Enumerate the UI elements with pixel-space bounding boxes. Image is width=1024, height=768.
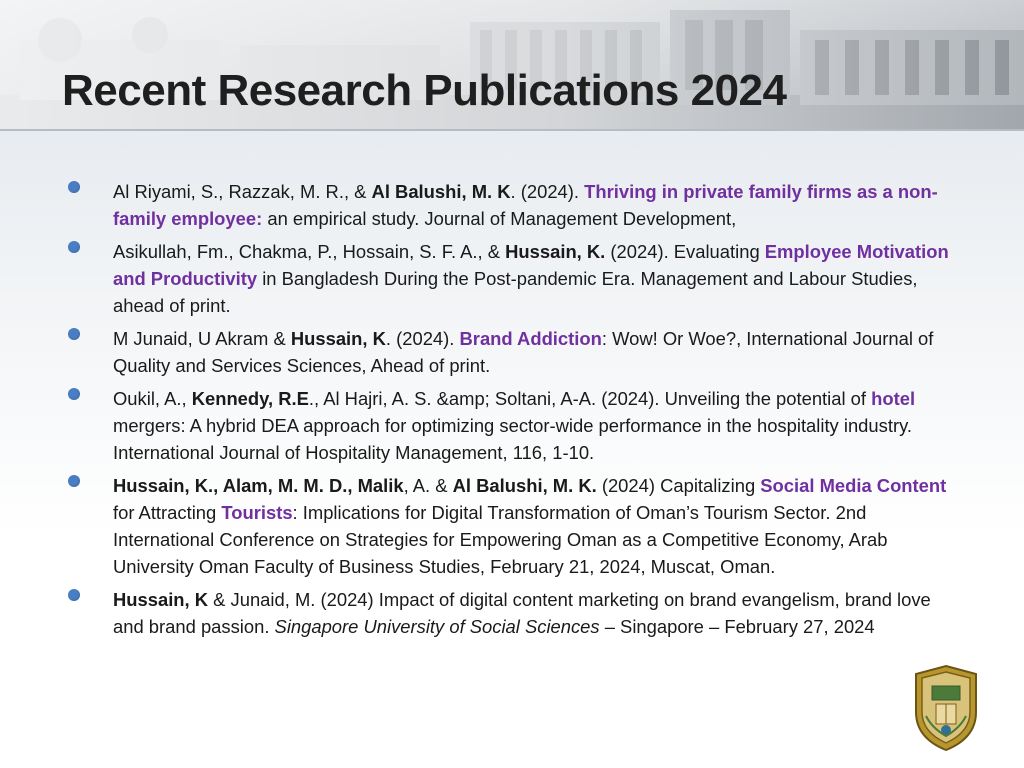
- citation-text: mergers: A hybrid DEA approach for optim…: [113, 415, 913, 463]
- publication-citation: Hussain, K., Alam, M. M. D., Malik, A. &…: [113, 472, 958, 580]
- bullet-icon: [68, 388, 80, 400]
- author-name: Al Balushi, M. K.: [452, 475, 597, 496]
- publication-item: Al Riyami, S., Razzak, M. R., & Al Balus…: [68, 178, 968, 232]
- highlighted-keyword: hotel: [871, 388, 916, 409]
- header-divider: [0, 129, 1024, 131]
- citation-text: . (2024).: [385, 328, 460, 349]
- citation-text: for Attracting: [113, 502, 222, 523]
- author-name: Hussain, K: [113, 589, 209, 610]
- publication-item: Oukil, A., Kennedy, R.E., Al Hajri, A. S…: [68, 385, 968, 466]
- highlighted-keyword: Social Media Content: [760, 475, 947, 496]
- publication-item: M Junaid, U Akram & Hussain, K. (2024). …: [68, 325, 968, 379]
- citation-text: ., Al Hajri, A. S. &amp; Soltani, A-A. (…: [308, 388, 872, 409]
- publication-citation: Oukil, A., Kennedy, R.E., Al Hajri, A. S…: [113, 385, 958, 466]
- citation-text: Asikullah, Fm., Chakma, P., Hossain, S. …: [113, 241, 506, 262]
- citation-text: an empirical study. Journal of Managemen…: [262, 208, 737, 229]
- bullet-icon: [68, 328, 80, 340]
- citation-text: Al Riyami, S., Razzak, M. R., &: [113, 181, 372, 202]
- citation-text: Oukil, A.,: [113, 388, 192, 409]
- bullet-icon: [68, 475, 80, 487]
- citation-text: . (2024).: [510, 181, 585, 202]
- author-name: Hussain, K: [290, 328, 386, 349]
- citation-text: – Singapore – February 27, 2024: [599, 616, 875, 637]
- publication-citation: Hussain, K & Junaid, M. (2024) Impact of…: [113, 586, 958, 640]
- citation-text: Singapore University of Social Sciences: [274, 616, 600, 637]
- citation-text: (2024) Capitalizing: [596, 475, 761, 496]
- publication-item: Hussain, K., Alam, M. M. D., Malik, A. &…: [68, 472, 968, 580]
- author-name: Hussain, K.: [505, 241, 606, 262]
- publication-list: Al Riyami, S., Razzak, M. R., & Al Balus…: [68, 178, 968, 646]
- highlighted-keyword: Tourists: [221, 502, 293, 523]
- publication-item: Asikullah, Fm., Chakma, P., Hossain, S. …: [68, 238, 968, 319]
- bullet-icon: [68, 589, 80, 601]
- publication-item: Hussain, K & Junaid, M. (2024) Impact of…: [68, 586, 968, 640]
- publication-citation: Al Riyami, S., Razzak, M. R., & Al Balus…: [113, 178, 958, 232]
- bullet-icon: [68, 181, 80, 193]
- citation-text: , A. &: [403, 475, 453, 496]
- header-banner: Recent Research Publications 2024: [0, 0, 1024, 130]
- bullet-icon: [68, 241, 80, 253]
- slide-title: Recent Research Publications 2024: [62, 66, 787, 115]
- citation-text: M Junaid, U Akram &: [113, 328, 291, 349]
- author-name: Al Balushi, M. K: [371, 181, 511, 202]
- highlighted-keyword: Brand Addiction: [459, 328, 602, 349]
- university-crest-icon: [915, 664, 977, 752]
- citation-text: (2024). Evaluating: [605, 241, 765, 262]
- publication-citation: M Junaid, U Akram & Hussain, K. (2024). …: [113, 325, 958, 379]
- author-name: Hussain, K., Alam, M. M. D., Malik: [113, 475, 404, 496]
- author-name: Kennedy, R.E: [191, 388, 309, 409]
- publication-citation: Asikullah, Fm., Chakma, P., Hossain, S. …: [113, 238, 958, 319]
